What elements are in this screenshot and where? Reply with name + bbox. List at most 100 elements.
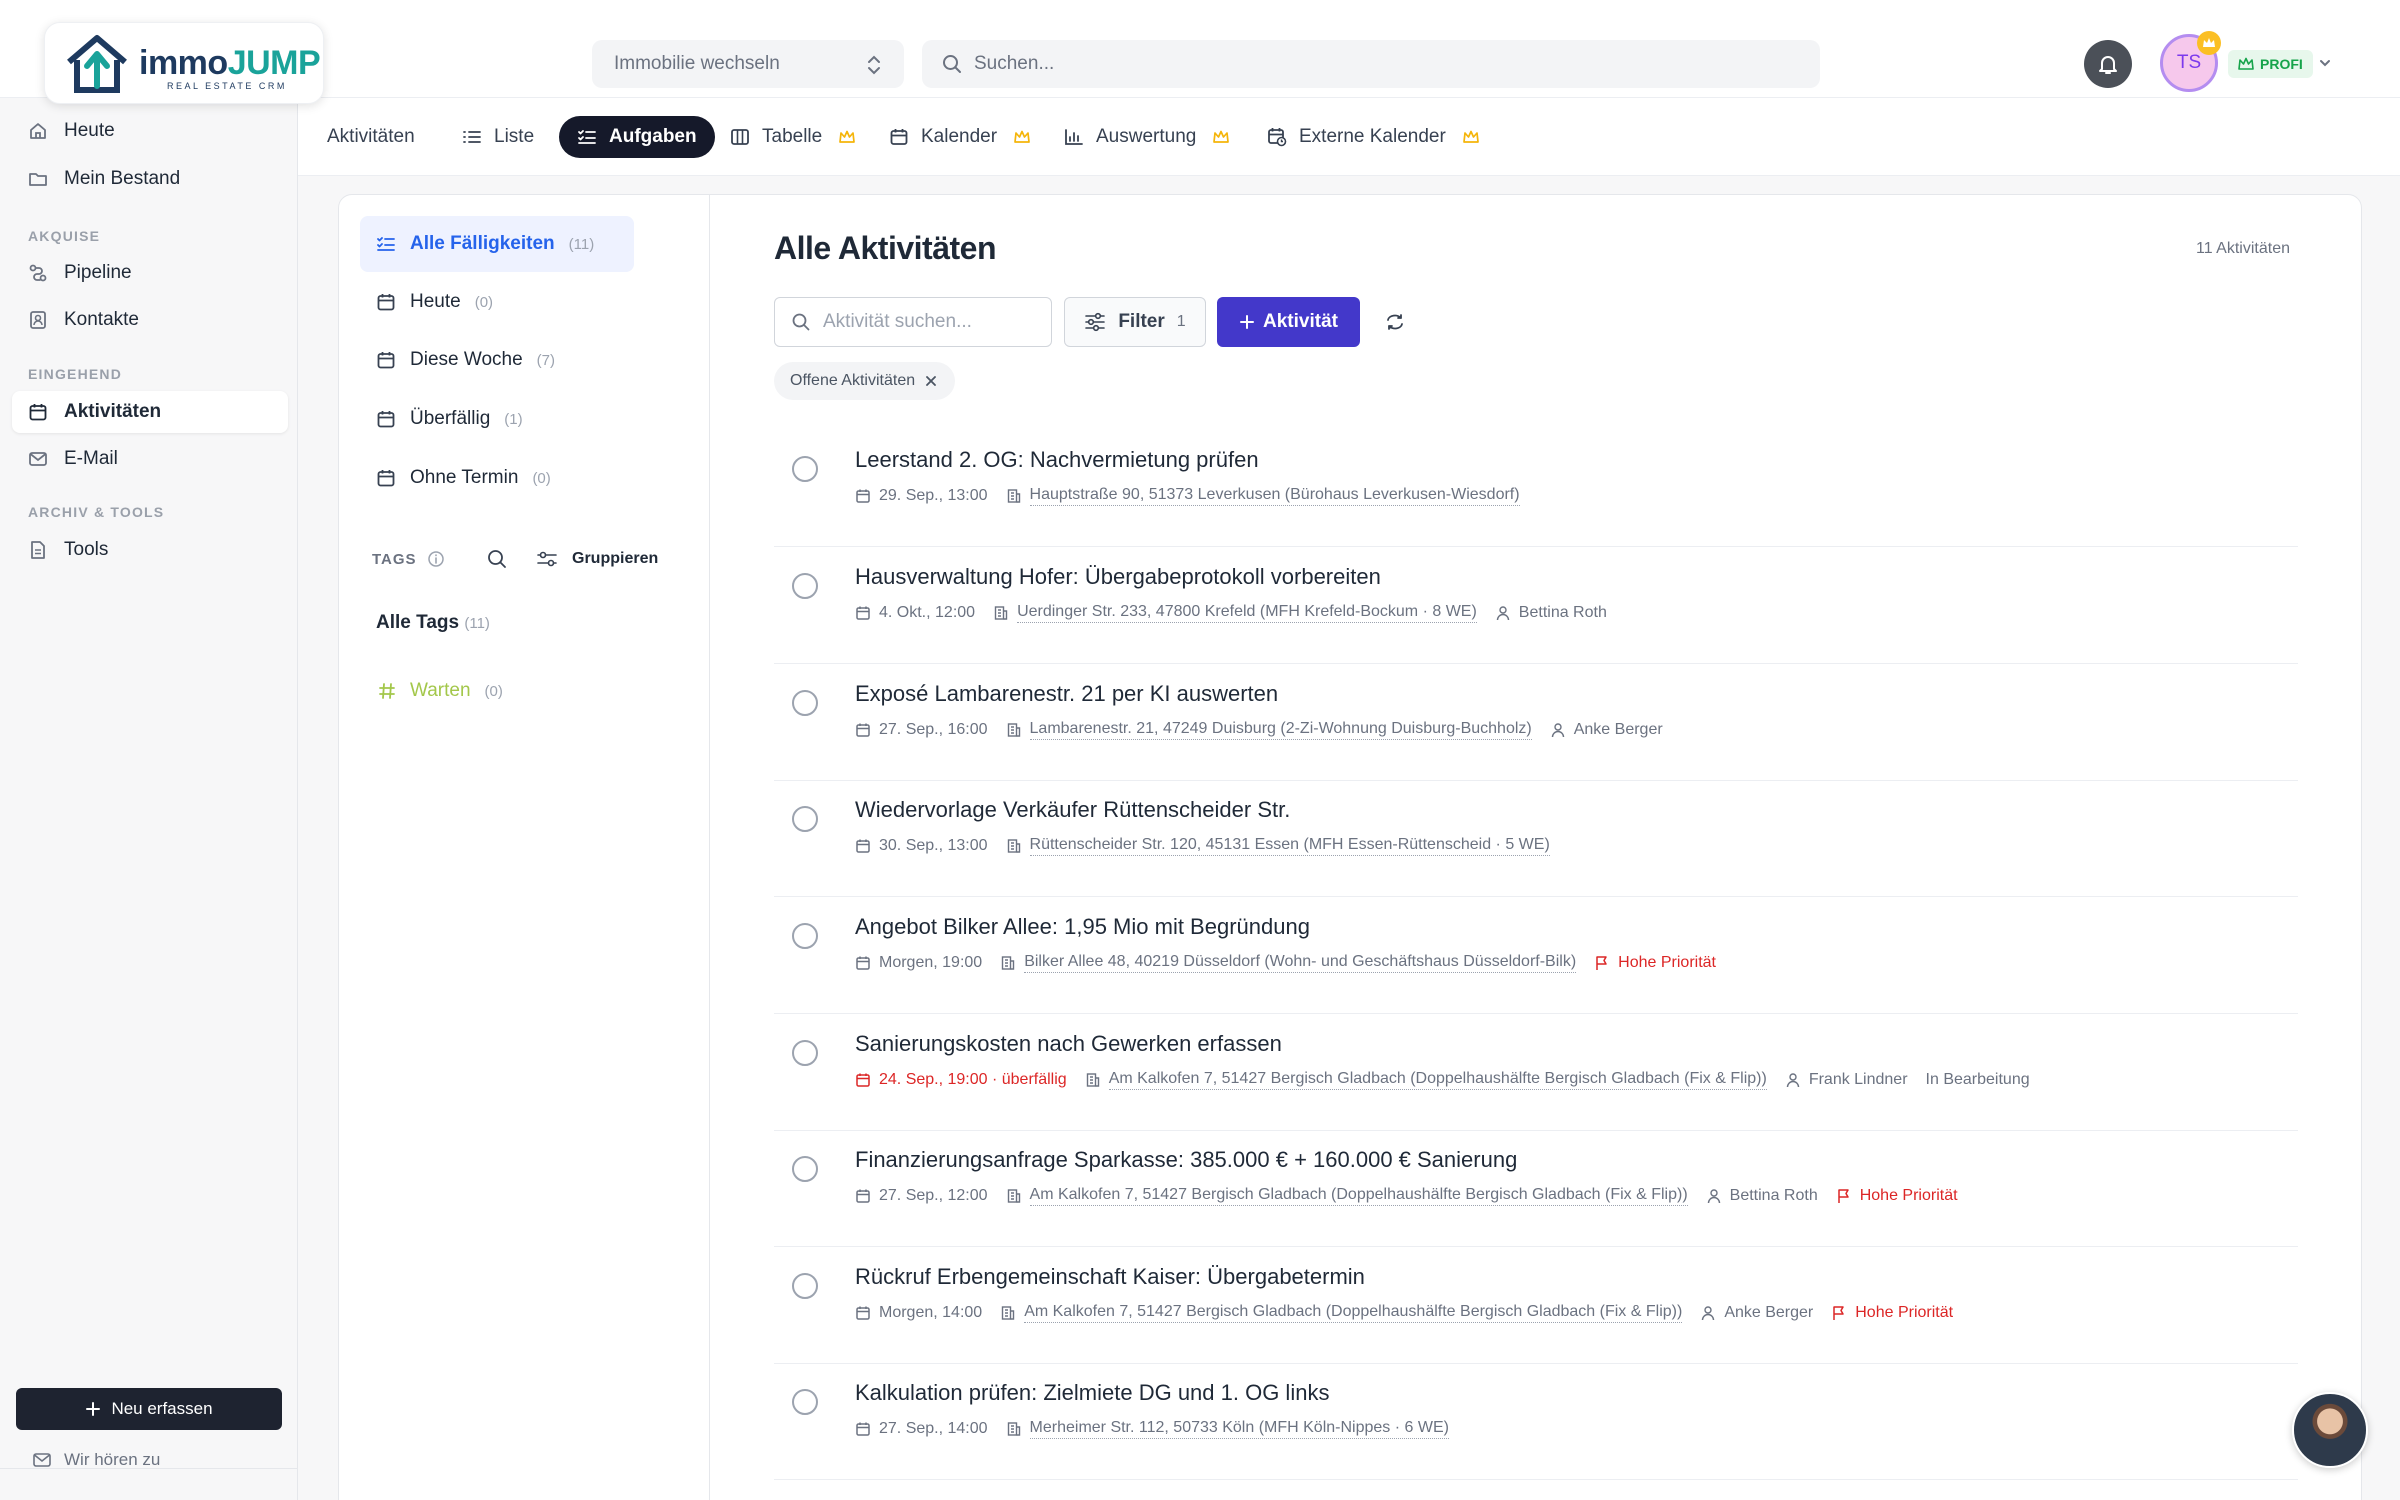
sidebar-item-heute[interactable]: Heute [12, 110, 288, 152]
calendar-icon [855, 955, 871, 971]
complete-checkbox[interactable] [792, 1040, 818, 1066]
activity-row[interactable]: Rückruf Erbengemeinschaft Kaiser: Überga… [774, 1247, 2298, 1364]
all-tags-count: (11) [464, 615, 490, 632]
app-logo[interactable]: immoJUMP REAL ESTATE CRM [44, 22, 324, 104]
tab-aufgaben[interactable]: Aufgaben [559, 116, 715, 158]
person-icon [1700, 1305, 1716, 1321]
sidebar-item-pipeline[interactable]: Pipeline [12, 252, 288, 294]
activity-property[interactable]: Hauptstraße 90, 51373 Leverkusen (Büroha… [1006, 486, 1520, 506]
tag-warten[interactable]: Warten (0) [378, 680, 503, 702]
property-switcher[interactable]: Immobilie wechseln [592, 40, 904, 88]
filter-count: (11) [568, 235, 595, 253]
activity-property[interactable]: Bilker Allee 48, 40219 Düsseldorf (Wohn-… [1000, 953, 1577, 973]
activity-row[interactable]: Sanierungskosten nach Gewerken erfassen 2… [774, 1014, 2298, 1131]
sidebar-item-mein-bestand[interactable]: Mein Bestand [12, 158, 288, 200]
activity-row[interactable]: Hausverwaltung Hofer: Übergabeprotokoll … [774, 547, 2298, 664]
support-chat-avatar[interactable] [2292, 1392, 2368, 1468]
complete-checkbox[interactable] [792, 456, 818, 482]
activity-row[interactable]: Exposé Lambarenestr. 21 per KI auswerten… [774, 664, 2298, 781]
complete-checkbox[interactable] [792, 1156, 818, 1182]
activity-address[interactable]: Merheimer Str. 112, 50733 Köln (MFH Köln… [1029, 1419, 1449, 1439]
activity-title[interactable]: Leerstand 2. OG: Nachvermietung prüfen [855, 447, 1259, 473]
activity-property[interactable]: Rüttenscheider Str. 120, 45131 Essen (MF… [1006, 836, 1550, 856]
global-search-input[interactable]: Suchen... [922, 40, 1820, 88]
activity-due: 4. Okt., 12:00 [855, 604, 975, 622]
filter-diese-woche[interactable]: Diese Woche (7) [360, 332, 555, 388]
activity-due: 27. Sep., 12:00 [855, 1187, 988, 1205]
filter-ohne-termin[interactable]: Ohne Termin (0) [360, 450, 551, 506]
activity-search-input[interactable]: Aktivität suchen... [774, 297, 1052, 347]
activity-address[interactable]: Uerdinger Str. 233, 47800 Krefeld (MFH K… [1017, 603, 1477, 623]
feedback-link[interactable]: Wir hören zu [32, 1450, 160, 1470]
activity-address[interactable]: Am Kalkofen 7, 51427 Bergisch Gladbach (… [1029, 1186, 1688, 1206]
activity-address[interactable]: Bilker Allee 48, 40219 Düsseldorf (Wohn-… [1024, 953, 1577, 973]
activity-title[interactable]: Angebot Bilker Allee: 1,95 Mio mit Begrü… [855, 914, 1310, 940]
sidebar-item-aktivitaeten[interactable]: Aktivitäten [12, 391, 288, 433]
activity-property[interactable]: Lambarenestr. 21, 47249 Duisburg (2-Zi-W… [1006, 720, 1532, 740]
sidebar-item-tools[interactable]: Tools [12, 529, 288, 571]
activity-address[interactable]: Hauptstraße 90, 51373 Leverkusen (Büroha… [1029, 486, 1520, 506]
activity-title[interactable]: Rückruf Erbengemeinschaft Kaiser: Überga… [855, 1264, 1365, 1290]
activity-property[interactable]: Merheimer Str. 112, 50733 Köln (MFH Köln… [1006, 1419, 1449, 1439]
tab-liste[interactable]: Liste [462, 116, 534, 158]
new-entry-button[interactable]: Neu erfassen [16, 1388, 282, 1430]
activity-row[interactable]: Finanzierungsanfrage Sparkasse: 385.000 … [774, 1130, 2298, 1247]
add-activity-button[interactable]: Aktivität [1217, 297, 1360, 347]
activity-title[interactable]: Sanierungskosten nach Gewerken erfassen [855, 1031, 1282, 1057]
activity-title[interactable]: Wiedervorlage Verkäufer Rüttenscheider S… [855, 797, 1290, 823]
activity-property[interactable]: Am Kalkofen 7, 51427 Bergisch Gladbach (… [1085, 1070, 1767, 1090]
sidebar-item-label: Aktivitäten [64, 401, 162, 422]
tab-tabelle[interactable]: Tabelle [730, 116, 856, 158]
activity-title[interactable]: Exposé Lambarenestr. 21 per KI auswerten [855, 681, 1278, 707]
filter-ueberfaellig[interactable]: Überfällig (1) [360, 391, 523, 447]
info-icon[interactable] [427, 550, 445, 568]
activity-title[interactable]: Finanzierungsanfrage Sparkasse: 385.000 … [855, 1147, 1517, 1173]
activity-assignee[interactable]: Anke Berger [1700, 1304, 1813, 1322]
activity-address[interactable]: Rüttenscheider Str. 120, 45131 Essen (MF… [1029, 836, 1550, 856]
calendar-icon [376, 292, 396, 312]
activity-title[interactable]: Hausverwaltung Hofer: Übergabeprotokoll … [855, 564, 1381, 590]
search-icon[interactable] [486, 548, 508, 570]
complete-checkbox[interactable] [792, 573, 818, 599]
complete-checkbox[interactable] [792, 1273, 818, 1299]
refresh-icon[interactable] [1384, 311, 1406, 333]
activity-row[interactable]: Leerstand 2. OG: Nachvermietung prüfen 29… [774, 430, 2298, 547]
activity-row[interactable]: Angebot Bilker Allee: 1,95 Mio mit Begrü… [774, 897, 2298, 1014]
complete-checkbox[interactable] [792, 806, 818, 832]
activity-assignee[interactable]: Bettina Roth [1495, 604, 1607, 622]
chevron-down-icon[interactable] [2318, 56, 2332, 70]
activity-address[interactable]: Am Kalkofen 7, 51427 Bergisch Gladbach (… [1024, 1303, 1683, 1323]
tab-externe-kalender[interactable]: Externe Kalender [1267, 116, 1480, 158]
tab-kalender[interactable]: Kalender [889, 116, 1031, 158]
filter-button[interactable]: Filter 1 [1064, 297, 1206, 347]
sidebar-item-email[interactable]: E-Mail [12, 438, 288, 480]
activity-assignee[interactable]: Frank Lindner [1785, 1071, 1908, 1089]
plan-badge[interactable]: PROFI [2228, 50, 2313, 78]
group-label: Gruppieren [572, 550, 659, 567]
sidebar-item-kontakte[interactable]: Kontakte [12, 299, 288, 341]
notifications-button[interactable] [2084, 40, 2132, 88]
activity-property[interactable]: Uerdinger Str. 233, 47800 Krefeld (MFH K… [993, 603, 1477, 623]
complete-checkbox[interactable] [792, 923, 818, 949]
complete-checkbox[interactable] [792, 690, 818, 716]
group-button[interactable]: Gruppieren [536, 548, 658, 570]
complete-checkbox[interactable] [792, 1389, 818, 1415]
activity-assignee[interactable]: Bettina Roth [1706, 1187, 1818, 1205]
user-avatar[interactable]: TS [2160, 31, 2221, 92]
filter-heute[interactable]: Heute (0) [360, 274, 493, 330]
avatar-initials: TS [2176, 52, 2202, 73]
filter-chip-offene-aktivitaeten[interactable]: Offene Aktivitäten [774, 362, 956, 400]
filter-label: Ohne Termin [410, 467, 519, 488]
tab-auswertung[interactable]: Auswertung [1064, 116, 1230, 158]
activity-property[interactable]: Am Kalkofen 7, 51427 Bergisch Gladbach (… [1006, 1186, 1688, 1206]
close-icon[interactable] [925, 375, 937, 387]
activity-address[interactable]: Am Kalkofen 7, 51427 Bergisch Gladbach (… [1108, 1070, 1767, 1090]
activity-property[interactable]: Am Kalkofen 7, 51427 Bergisch Gladbach (… [1000, 1303, 1683, 1323]
activity-row[interactable]: Wiedervorlage Verkäufer Rüttenscheider S… [774, 780, 2298, 897]
activity-row[interactable]: Kalkulation prüfen: Zielmiete DG und 1. … [774, 1363, 2298, 1480]
activity-title[interactable]: Kalkulation prüfen: Zielmiete DG und 1. … [855, 1380, 1329, 1406]
activity-assignee[interactable]: Anke Berger [1550, 721, 1663, 739]
filter-alle-faelligkeiten[interactable]: Alle Fälligkeiten (11) [360, 216, 634, 272]
activity-address[interactable]: Lambarenestr. 21, 47249 Duisburg (2-Zi-W… [1029, 720, 1532, 740]
all-tags-item[interactable]: Alle Tags (11) [376, 612, 490, 634]
